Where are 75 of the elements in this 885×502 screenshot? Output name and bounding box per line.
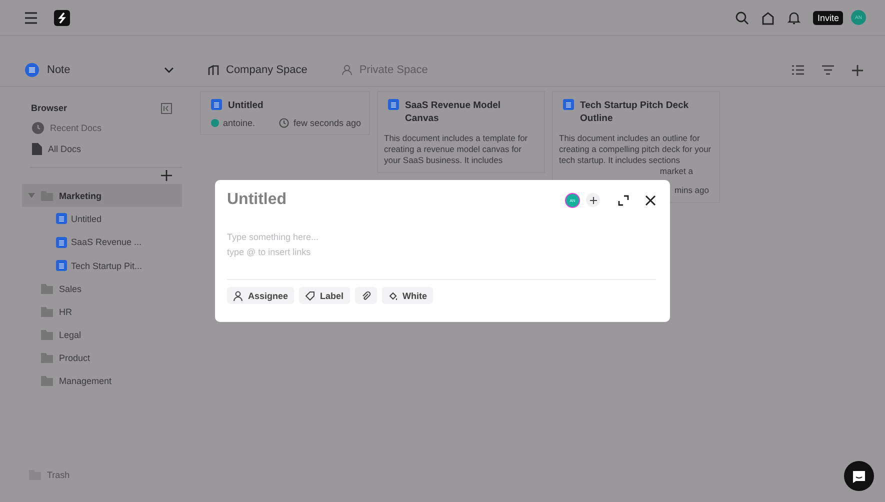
folder-icon xyxy=(41,284,53,294)
clock-icon xyxy=(32,122,44,134)
bell-icon[interactable] xyxy=(787,10,802,24)
sidebar-title: Browser xyxy=(31,103,68,113)
folder-icon xyxy=(41,307,53,317)
folder-item[interactable]: Product xyxy=(22,346,182,370)
folder-item[interactable]: Marketing xyxy=(22,184,182,207)
space-tab[interactable]: Company Space xyxy=(200,64,316,76)
folder-item[interactable]: Sales xyxy=(22,278,182,300)
doc-icon xyxy=(211,99,222,110)
card-title: Untitled xyxy=(228,99,264,112)
add-icon[interactable] xyxy=(161,170,172,181)
plus-icon xyxy=(590,196,596,204)
folder-icon xyxy=(41,330,53,340)
tag-icon xyxy=(305,290,316,300)
action-button[interactable]: Assignee xyxy=(227,287,294,304)
close-icon[interactable] xyxy=(645,194,656,206)
doc-icon xyxy=(388,99,399,110)
note-selector[interactable]: Note xyxy=(22,55,182,85)
chat-icon xyxy=(852,470,866,482)
person-icon xyxy=(341,64,354,76)
card-time: few seconds ago xyxy=(293,118,361,128)
selector-label: Note xyxy=(47,64,72,76)
doc-item[interactable]: SaaS Revenue ... xyxy=(22,230,182,254)
clock-icon xyxy=(279,118,290,128)
author-avatar xyxy=(211,119,219,127)
caret-down-icon xyxy=(28,193,35,198)
logo-icon xyxy=(54,10,70,26)
note-title: Untitled xyxy=(227,191,288,209)
sidebar-item[interactable]: All Docs xyxy=(22,138,182,159)
search-icon[interactable] xyxy=(735,10,750,24)
card-title: SaaS Revenue Model Canvas xyxy=(405,99,502,125)
action-button[interactable]: White xyxy=(382,287,434,304)
card-description: market a xyxy=(660,166,693,176)
card-title: Tech Startup Pitch Deck Outline xyxy=(580,99,690,125)
add-member-button[interactable] xyxy=(586,193,600,207)
collapse-icon[interactable] xyxy=(161,102,172,114)
folder-icon xyxy=(41,353,53,363)
trash-item[interactable]: Trash xyxy=(22,470,182,480)
invite-button[interactable]: Invite xyxy=(813,10,843,24)
action-button[interactable] xyxy=(354,287,377,304)
list-icon[interactable] xyxy=(792,65,804,75)
doc-card[interactable]: SaaS Revenue Model Canvas This document includes a template for creating a revenue model canvas for your SaaS business. It includes xyxy=(377,91,545,173)
chevron-down-icon xyxy=(164,67,174,73)
doc-card[interactable]: Untitled antoine. few seconds ago xyxy=(200,91,370,135)
body-hint: type @ to insert links xyxy=(227,247,312,257)
plus-icon[interactable] xyxy=(852,64,863,76)
expand-icon[interactable] xyxy=(618,194,629,206)
folder-item[interactable]: Legal xyxy=(22,324,182,346)
action-button[interactable]: Label xyxy=(299,287,350,304)
space-tab[interactable]: Private Space xyxy=(333,64,436,76)
folder-item[interactable]: Management xyxy=(22,370,182,392)
folder-icon xyxy=(41,190,53,200)
menu-icon[interactable] xyxy=(24,12,38,24)
doc-icon xyxy=(563,99,574,110)
building-icon xyxy=(208,64,220,76)
doc-icon xyxy=(56,260,67,272)
home-icon[interactable] xyxy=(761,10,776,24)
doc-item[interactable]: Tech Startup Pit... xyxy=(22,254,182,278)
folder-item[interactable]: HR xyxy=(22,300,182,324)
doc-icon xyxy=(56,213,67,224)
paint-bucket-icon xyxy=(388,290,398,300)
body-placeholder: Type something here... xyxy=(227,232,320,242)
card-time: mins ago xyxy=(674,185,709,195)
folder-icon xyxy=(41,376,53,386)
file-icon xyxy=(32,142,42,154)
note-icon xyxy=(25,63,39,77)
doc-icon xyxy=(56,236,67,248)
person-icon xyxy=(233,290,243,300)
doc-item[interactable]: Untitled xyxy=(22,207,182,230)
card-description: This document includes a template for creating a revenue model canvas for your SaaS business. It includes xyxy=(384,133,529,166)
chat-button[interactable] xyxy=(844,461,874,491)
paperclip-icon xyxy=(360,290,371,300)
filter-icon[interactable] xyxy=(822,65,834,75)
card-author: antoine. xyxy=(223,118,256,128)
